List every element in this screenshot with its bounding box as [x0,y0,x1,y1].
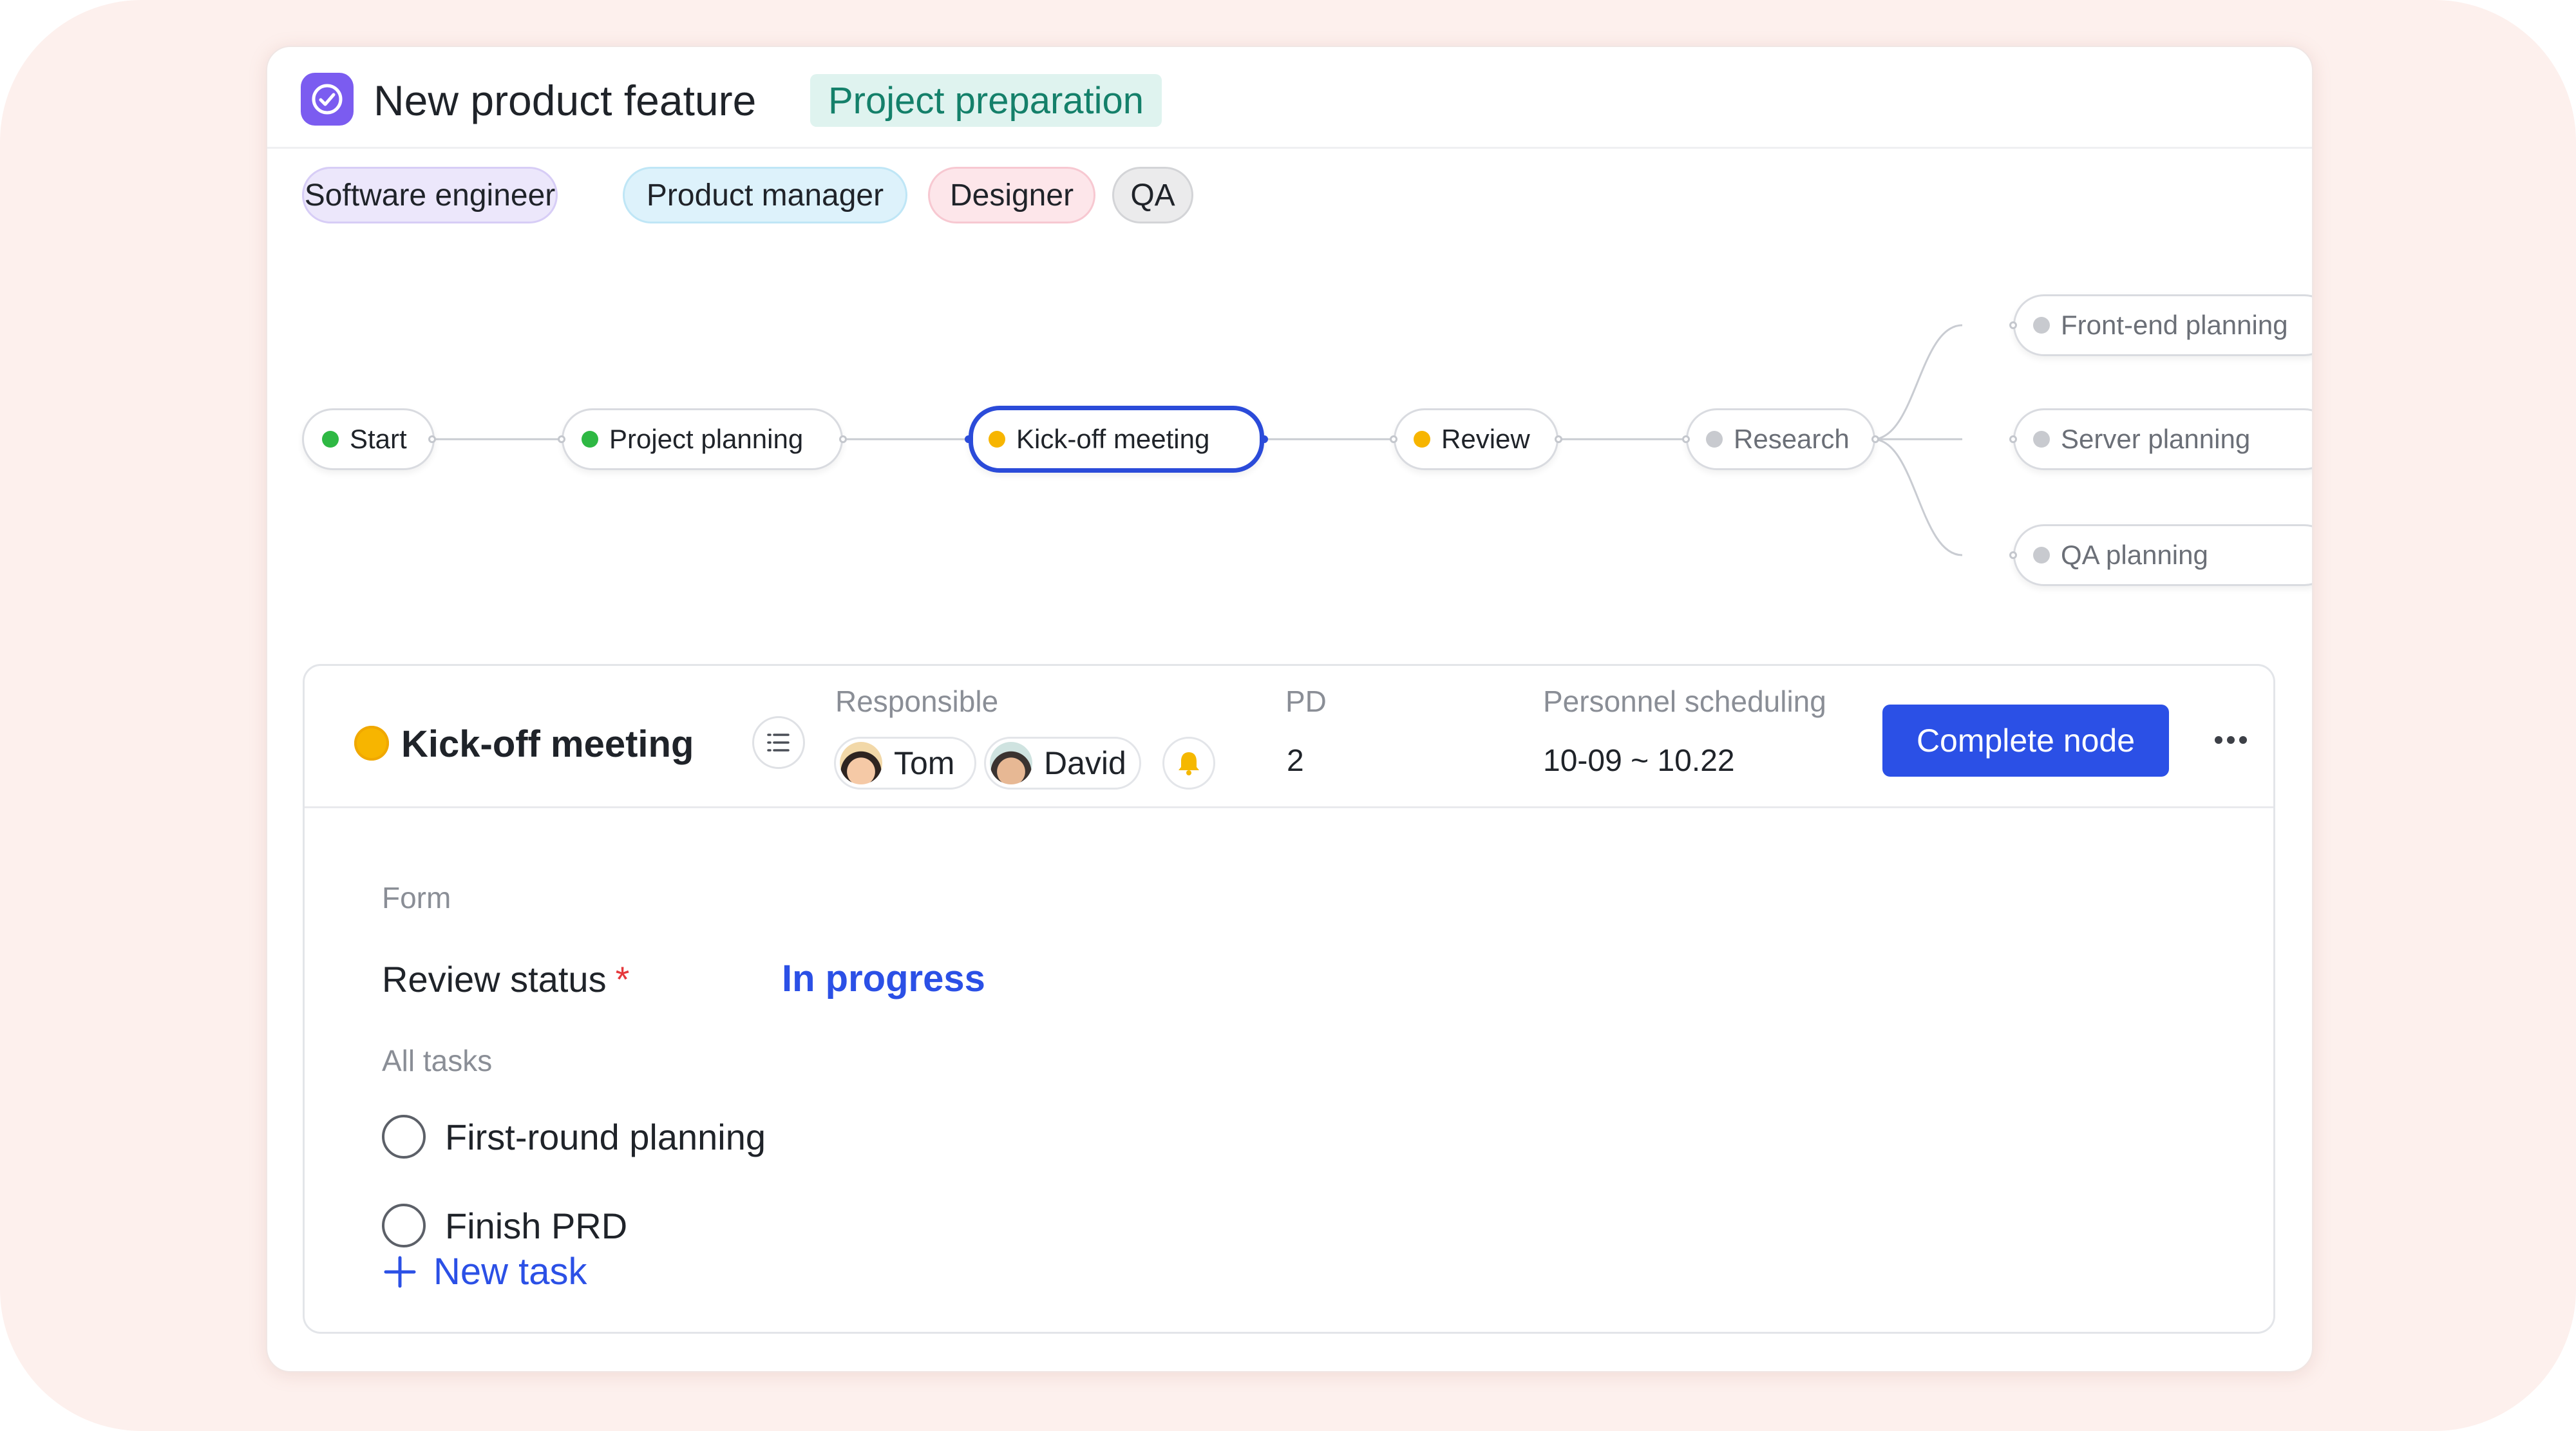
flow-node-start[interactable]: Start [302,408,435,470]
connector-port [558,435,565,443]
node-label: Project planning [609,424,804,454]
connector-port [1871,435,1879,443]
scheduling-label: Personnel scheduling [1543,685,1826,718]
form-section-label: Form [382,881,451,915]
flow-node-review[interactable]: Review [1394,408,1558,470]
avatar-david [990,742,1032,784]
node-label: Server planning [2061,424,2251,454]
node-label: Kick-off meeting [1016,424,1210,454]
connector-port [1682,435,1690,443]
connector-port [428,435,436,443]
pd-value: 2 [1287,744,1304,778]
node-label: Start [350,424,407,454]
role-chip-qa[interactable]: QA [1112,167,1193,223]
connector-port [2009,435,2017,443]
flow-node-server-planning[interactable]: Server planning [2013,408,2312,470]
node-label: Front-end planning [2061,310,2288,340]
task-label[interactable]: Finish PRD [445,1205,627,1247]
connector-port [1390,435,1397,443]
task-row: First-round planning [382,1112,766,1161]
node-label: QA planning [2061,540,2208,570]
person-name: David [1044,745,1126,781]
connector-port [965,435,972,443]
flow-node-kick-off-meeting[interactable]: Kick-off meeting [969,406,1264,473]
scheduling-value: 10-09 ~ 10.22 [1543,744,1735,778]
node-detail-title: Kick-off meeting [401,723,694,765]
workflow-card: New product feature Project preparation … [266,46,2313,1372]
status-dot [2033,431,2050,448]
role-chip-software-engineer[interactable]: Software engineer [302,167,558,223]
flow-node-project-planning[interactable]: Project planning [562,408,843,470]
all-tasks-label: All tasks [382,1044,493,1077]
bell-icon[interactable] [1162,737,1215,790]
task-label[interactable]: First-round planning [445,1116,766,1158]
plus-icon [384,1256,416,1287]
list-icon[interactable] [752,716,805,769]
connector-port [2009,551,2017,559]
page-title: New product feature [374,77,757,124]
task-checkbox[interactable] [382,1115,426,1159]
status-dot [2033,547,2050,564]
role-chip-designer[interactable]: Designer [928,167,1095,223]
node-detail-panel: Kick-off meeting Responsible Tom David P… [303,664,2275,1334]
status-dot [322,431,339,448]
status-dot [354,726,389,761]
connector-port [1260,435,1268,443]
required-mark: * [615,959,630,1000]
node-label: Review [1441,424,1530,454]
avatar-tom [840,742,882,784]
flow-node-qa-planning[interactable]: QA planning [2013,524,2312,586]
header: New product feature Project preparation [267,47,2312,149]
status-dot [582,431,598,448]
connector-port [839,435,847,443]
person-chip-tom[interactable]: Tom [834,737,976,790]
review-status-text: Review status [382,959,607,1000]
review-status-value[interactable]: In progress [782,957,985,1000]
status-dot [989,431,1005,448]
status-dot [2033,317,2050,334]
task-checkbox[interactable] [382,1204,426,1247]
new-task-button[interactable]: New task [383,1250,587,1293]
pd-label: PD [1285,685,1327,718]
person-chip-david[interactable]: David [984,737,1141,790]
more-options-icon[interactable] [2205,724,2257,756]
new-task-label: New task [433,1251,587,1293]
status-dot [1706,431,1723,448]
review-status-label: Review status * [382,958,629,1000]
task-row: Finish PRD [382,1201,627,1250]
person-name: Tom [894,745,955,781]
connector-port [1555,435,1562,443]
flow-node-front-end-planning[interactable]: Front-end planning [2013,294,2312,356]
node-detail-header: Kick-off meeting Responsible Tom David P… [305,666,2273,808]
responsible-label: Responsible [835,685,999,718]
connector-port [2009,321,2017,329]
role-chip-product-manager[interactable]: Product manager [623,167,907,223]
check-circle-icon [301,73,354,126]
flow-node-research[interactable]: Research [1686,408,1875,470]
node-label: Research [1734,424,1850,454]
stage-tag[interactable]: Project preparation [810,74,1162,127]
complete-node-button[interactable]: Complete node [1882,705,2169,777]
status-dot [1414,431,1430,448]
